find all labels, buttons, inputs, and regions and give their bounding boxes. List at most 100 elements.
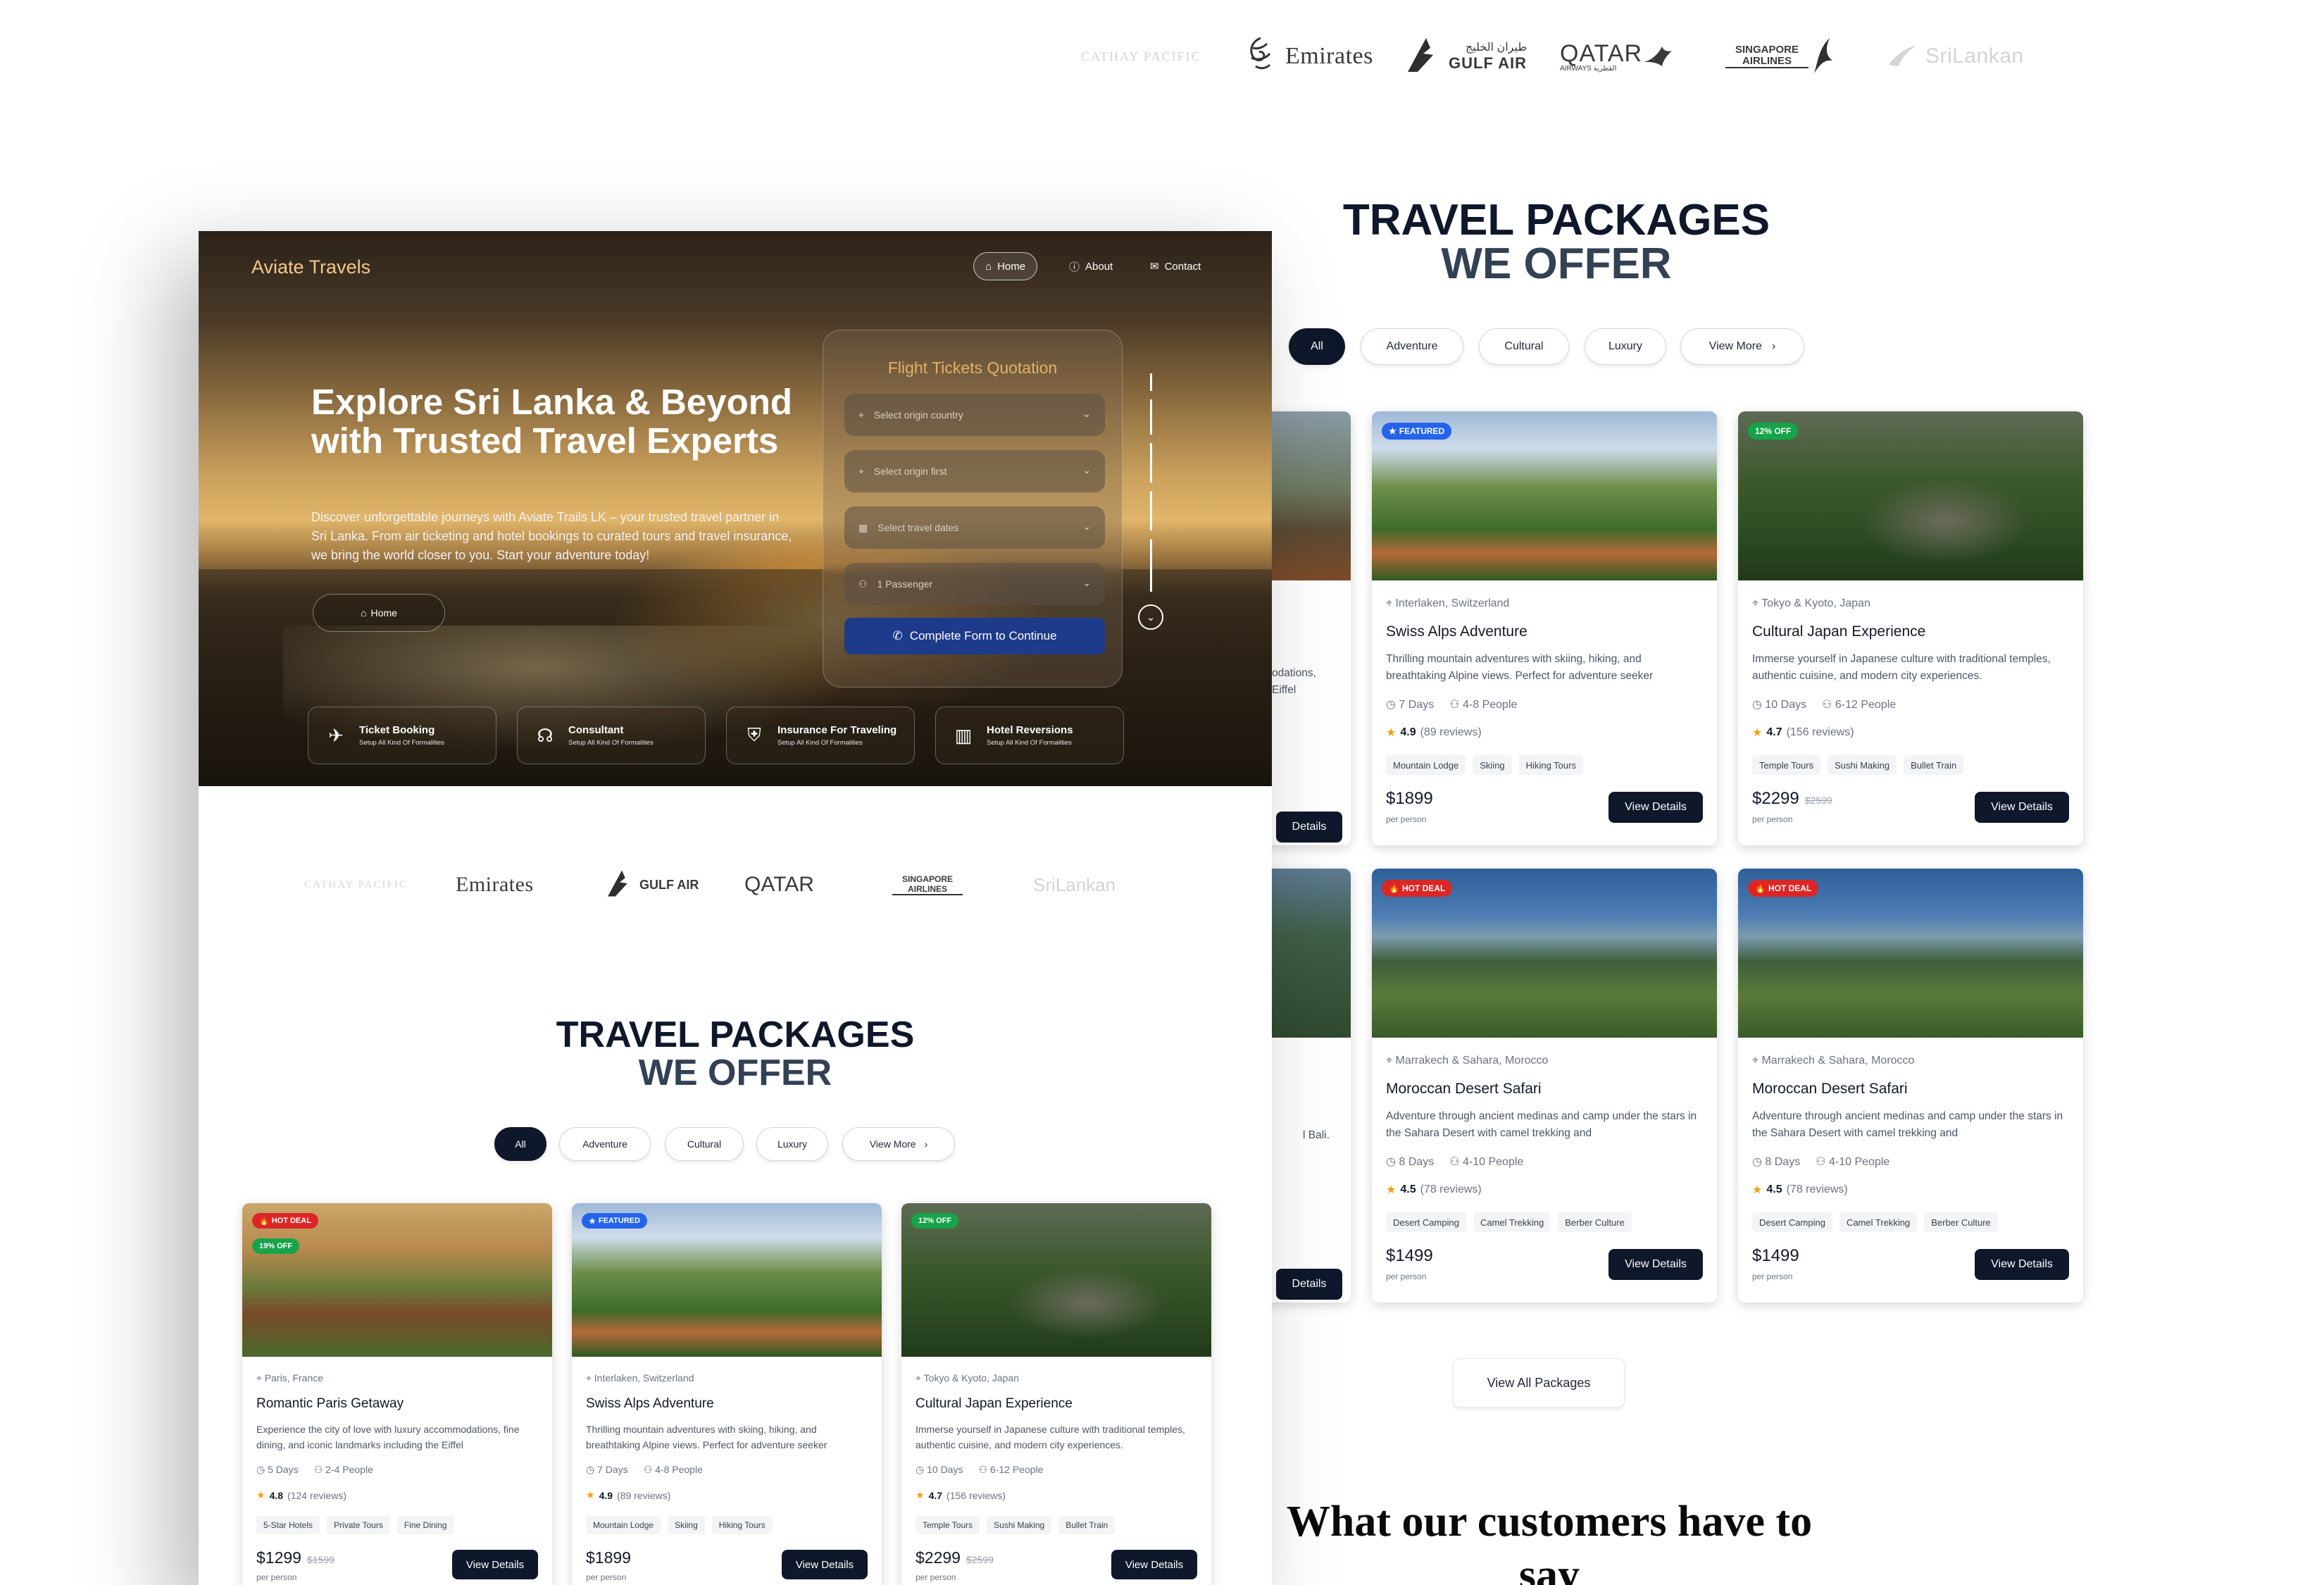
package-description: Thrilling mountain adventures with skiin… [586,1424,827,1450]
price: $1899 [1386,789,1433,808]
location-pin-icon: ⌖ [256,1372,265,1384]
brand-logo[interactable]: Aviate Travels [251,256,370,278]
view-details-button[interactable]: View Details [782,1550,868,1579]
package-card-japan[interactable]: 12% OFF ⌖ Tokyo & Kyoto, Japan Cultural … [1738,411,2083,845]
price: $1299 $1599 [256,1548,335,1567]
flight-quotation-form: Flight Tickets Quotation ⌖ Select origin … [823,330,1123,688]
nav-contact[interactable]: ✉ Contact [1139,252,1212,280]
filter-all[interactable]: All [494,1127,546,1161]
price: $1499 [1752,1246,1799,1265]
shield-icon: ⛨ [747,724,761,745]
price: $1499 [1386,1246,1433,1265]
filter-view-more[interactable]: View More › [842,1127,955,1161]
package-card-swiss[interactable]: ★ FEATURED ⌖ Interlaken, Switzerland Swis… [1372,411,1717,845]
service-hotel[interactable]: ▥ Hotel Reversions Setup All Kind Of Form… [935,707,1124,764]
package-description: Experience the city of love with luxury … [256,1424,520,1450]
feature-tag: Temple Tours [1752,755,1821,775]
package-card-swiss[interactable]: ★ FEATURED ⌖ Interlaken, Switzerland Swis… [572,1203,882,1585]
feature-tag: Bullet Train [1058,1516,1116,1534]
testimonials-heading: What our customers have to say [1286,1498,1813,1585]
scroll-indicator-line [1150,373,1152,592]
fire-icon: 🔥 [1389,883,1399,893]
package-card-japan[interactable]: 12% OFF ⌖ Tokyo & Kyoto, Japan Cultural … [901,1203,1211,1585]
passengers-select[interactable]: ⚇ 1 Passenger ⌄ [844,563,1105,605]
filter-luxury[interactable]: Luxury [1585,328,1666,365]
clock-icon: ◷ [1386,699,1399,711]
airline-logo-cathay: CATHAY PACIFIC [1081,49,1201,63]
view-details-button[interactable]: View Details [1608,1249,1703,1280]
package-description: Immerse yourself in Japanese culture wit… [1752,653,2051,682]
hot-deal-badge: 🔥 HOT DEAL [252,1213,318,1229]
feature-tag: Hiking Tours [711,1516,773,1534]
filter-luxury[interactable]: Luxury [756,1127,828,1161]
filter-cultural[interactable]: Cultural [665,1127,744,1161]
price: $2299 $2599 [916,1548,994,1567]
view-details-button[interactable]: Details [1276,1269,1342,1300]
filter-adventure[interactable]: Adventure [559,1127,651,1161]
location-pin-icon: ⌖ [1752,597,1762,609]
nav-home[interactable]: ⌂ Home [973,252,1038,280]
view-details-button[interactable]: View Details [452,1550,538,1579]
plane-icon: ✈ [328,724,344,746]
package-card-paris[interactable]: 🔥 HOT DEAL 19% OFF ⌖ Paris, France Romant… [242,1203,552,1585]
home-icon: ⌂ [361,607,367,619]
airline-logo-emirates: Emirates [456,873,534,896]
filter-adventure[interactable]: Adventure [1361,328,1463,365]
chevron-down-icon: ⌄ [1082,464,1091,476]
filter-all[interactable]: All [1289,328,1345,365]
scroll-down-icon[interactable]: ⌄ [1138,604,1163,630]
chevron-right-icon: › [1771,340,1776,352]
clock-icon: ◷ [916,1464,927,1475]
airline-logo-qatar: QATAR [744,873,814,896]
section-title: TRAVEL PACKAGES [1342,196,1770,244]
package-title: Cultural Japan Experience [916,1396,1073,1411]
peacock-icon [1887,41,1918,73]
package-card-morocco-2[interactable]: 🔥 HOT DEAL ⌖ Marrakech & Sahara, Morocco … [1738,869,2083,1303]
website-mockup: Aviate Travels ⌂ Home ⓘ About ✉ Contact Exp… [199,231,1272,1585]
package-card-morocco[interactable]: 🔥 HOT DEAL ⌖ Marrakech & Sahara, Morocco … [1372,869,1717,1303]
location-pin-icon: ⌖ [916,1372,924,1384]
hero-home-button[interactable]: ⌂ Home [313,594,445,632]
fire-icon: 🔥 [259,1217,269,1226]
star-icon: ★ [1752,1184,1763,1196]
view-details-button[interactable]: View Details [1608,792,1703,823]
hero-title: Explore Sri Lanka & Beyond with Trusted … [311,382,793,461]
view-all-packages-button[interactable]: View All Packages [1453,1358,1625,1407]
feature-tag: Skiing [668,1516,705,1534]
section-subtitle: WE OFFER [638,1052,832,1093]
star-icon: ★ [916,1489,925,1500]
whatsapp-icon: ✆ [892,629,903,642]
feature-tag: Desert Camping [1752,1212,1832,1232]
view-details-button[interactable]: Details [1276,812,1342,843]
feature-tag: Berber Culture [1924,1212,1998,1232]
feature-tag: Sushi Making [1828,755,1897,775]
hotel-icon: ▥ [954,724,973,746]
service-consultant[interactable]: ☊ Consultant Setup All Kind Of Formalitie… [517,707,706,764]
origin-airport-select[interactable]: ⌖ Select origin first ⌄ [844,450,1105,492]
view-details-button[interactable]: View Details [1975,792,2069,823]
star-icon: ★ [256,1489,265,1500]
filter-cultural[interactable]: Cultural [1479,328,1569,365]
kris-bird-icon [1808,35,1837,78]
view-details-button[interactable]: View Details [1111,1550,1197,1579]
falcon-icon [1405,35,1442,78]
service-insurance[interactable]: ⛨ Insurance For Traveling Setup All Kind … [726,707,915,764]
hero-description: Discover unforgettable journeys with Avi… [311,510,792,562]
filter-view-more[interactable]: View More › [1680,328,1804,365]
falcon-icon [606,868,634,902]
clock-icon: ◷ [1752,1156,1766,1168]
location-pin-icon: ⌖ [1752,1055,1762,1067]
origin-country-select[interactable]: ⌖ Select origin country ⌄ [844,394,1105,436]
travel-dates-select[interactable]: ▦ Select travel dates ⌄ [844,506,1105,549]
nav-about[interactable]: ⓘ About [1058,252,1124,280]
star-icon: ★ [1389,426,1397,436]
feature-tag: Desert Camping [1386,1212,1466,1232]
location-pin-icon: ⌖ [1386,597,1396,609]
view-details-button[interactable]: View Details [1975,1249,2069,1280]
headset-icon: ☊ [537,724,554,746]
location-pin-icon: ⌖ [858,465,864,477]
service-ticket-booking[interactable]: ✈ Ticket Booking Setup All Kind Of Formal… [308,707,496,764]
complete-form-button[interactable]: ✆ Complete Form to Continue [844,618,1105,654]
people-icon: ⚇ [1816,1156,1829,1168]
package-title: Moroccan Desert Safari [1386,1081,1542,1097]
